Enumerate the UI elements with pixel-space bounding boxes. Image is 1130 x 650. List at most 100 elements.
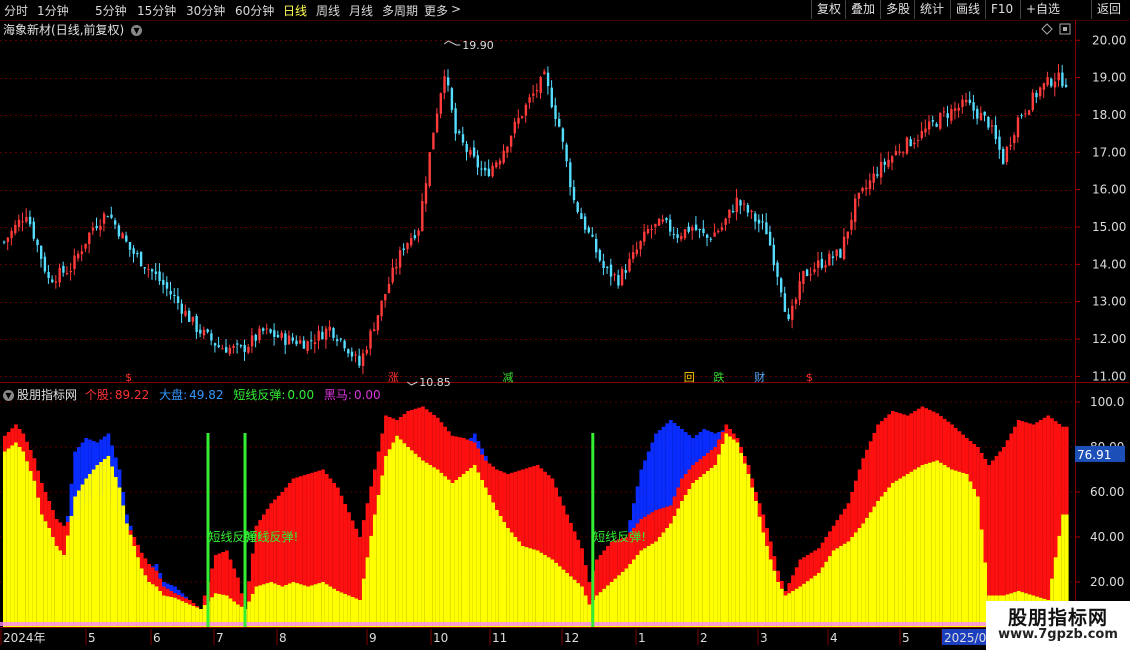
- stock-bar: [524, 468, 529, 548]
- candle-body: [632, 252, 635, 259]
- stock-bar: [521, 469, 525, 546]
- rebound-signal-label: 短线反弹!: [246, 530, 299, 544]
- candle-body: [102, 213, 106, 224]
- adjust-button[interactable]: 复权: [811, 0, 846, 19]
- stock-bar: [776, 570, 780, 582]
- candle-body: [850, 219, 853, 230]
- stock-bar: [602, 550, 607, 589]
- stock-bar: [639, 519, 644, 551]
- stock-bar: [1050, 418, 1054, 579]
- yellow-bar: [91, 469, 96, 627]
- tab-1min[interactable]: 1分钟: [37, 2, 69, 19]
- stock-bar: [994, 456, 999, 596]
- draw-line-button[interactable]: 画线: [950, 0, 985, 19]
- candle-body: [114, 220, 117, 225]
- stock-bar: [965, 438, 969, 474]
- multi-stock-button[interactable]: 多股: [880, 0, 915, 19]
- candle-body: [953, 108, 957, 111]
- candle-body: [43, 256, 47, 272]
- tab-daily[interactable]: 日线: [283, 2, 307, 19]
- candle-body: [702, 228, 705, 234]
- market-bar: [102, 436, 107, 495]
- yellow-bar: [735, 442, 740, 627]
- candle-body: [1053, 81, 1057, 88]
- candle-body: [698, 229, 701, 231]
- yellow-bar: [232, 601, 237, 627]
- candle-body: [583, 216, 587, 230]
- candle-body: [284, 333, 287, 345]
- chevron-down-icon[interactable]: ▼: [3, 390, 14, 401]
- candle-body: [80, 251, 84, 255]
- stock-bar: [151, 567, 155, 585]
- stock-bar: [805, 555, 810, 582]
- stock-score-value: 89.22: [114, 388, 150, 402]
- candle-body: [91, 227, 95, 231]
- tab-60min[interactable]: 60分钟: [235, 2, 274, 19]
- yellow-bar: [217, 594, 222, 627]
- stock-bar: [339, 495, 344, 593]
- candle-body: [902, 152, 905, 154]
- stock-bar: [469, 441, 473, 468]
- yellow-bar: [905, 474, 910, 627]
- tab-multi-period[interactable]: 多周期: [382, 2, 418, 19]
- tab-5min[interactable]: 5分钟: [95, 2, 127, 19]
- stock-bar: [842, 508, 847, 544]
- chevron-right-icon[interactable]: >: [451, 2, 461, 16]
- yellow-bar: [258, 585, 262, 627]
- stock-bar: [32, 458, 37, 481]
- yellow-bar: [395, 435, 399, 627]
- tab-more[interactable]: 更多: [424, 2, 448, 19]
- high-label: 19.90: [462, 39, 494, 52]
- candle-body: [199, 329, 202, 334]
- stock-bar: [680, 478, 684, 501]
- f10-button[interactable]: F10: [985, 0, 1018, 19]
- candle-body: [883, 161, 886, 165]
- stock-bar: [580, 548, 584, 587]
- add-favorite-button[interactable]: +自选: [1020, 0, 1065, 19]
- tab-weekly[interactable]: 周线: [316, 2, 340, 19]
- stock-bar: [565, 514, 570, 573]
- overlay-button[interactable]: 叠加: [845, 0, 880, 19]
- diamond-icon[interactable]: [1041, 23, 1053, 35]
- yellow-bar: [376, 495, 381, 627]
- stock-bar: [332, 483, 336, 589]
- candle-body: [665, 218, 668, 221]
- tab-fenshi[interactable]: 分时: [4, 2, 28, 19]
- tab-30min[interactable]: 30分钟: [186, 2, 225, 19]
- yellow-bar: [410, 450, 414, 627]
- rebound-signal-bar: [243, 433, 247, 627]
- candle-body: [421, 200, 424, 231]
- stock-bar: [731, 433, 736, 440]
- market-bar: [472, 433, 477, 443]
- candle-body: [591, 234, 594, 237]
- candle-body: [750, 210, 753, 212]
- yellow-bar: [528, 548, 533, 627]
- stock-bar: [265, 508, 270, 584]
- tab-monthly[interactable]: 月线: [349, 2, 373, 19]
- settings-box-icon[interactable]: [1059, 23, 1071, 35]
- yellow-bar: [558, 566, 562, 627]
- candle-body: [1050, 78, 1053, 87]
- candle-body: [343, 340, 346, 349]
- yellow-bar: [299, 584, 303, 627]
- yellow-bar: [839, 546, 843, 627]
- stock-bar: [506, 474, 510, 528]
- statistics-button[interactable]: 统计: [914, 0, 949, 19]
- candle-body: [32, 221, 35, 239]
- yellow-bar: [961, 472, 965, 627]
- stock-bar: [1013, 426, 1017, 593]
- stock-bar: [1039, 420, 1043, 598]
- candle-body: [935, 123, 938, 127]
- stock-bar: [439, 422, 444, 473]
- candle-body: [450, 88, 454, 110]
- candle-body: [942, 111, 946, 113]
- market-bar: [676, 426, 681, 488]
- stock-bar: [628, 532, 632, 564]
- stock-bar: [1027, 423, 1032, 595]
- chevron-down-icon[interactable]: ▼: [131, 25, 143, 36]
- yellow-bar: [554, 562, 558, 627]
- candle-body: [609, 264, 613, 277]
- tab-15min[interactable]: 15分钟: [137, 2, 176, 19]
- candle-body: [898, 151, 901, 153]
- back-button[interactable]: 返回: [1091, 0, 1126, 19]
